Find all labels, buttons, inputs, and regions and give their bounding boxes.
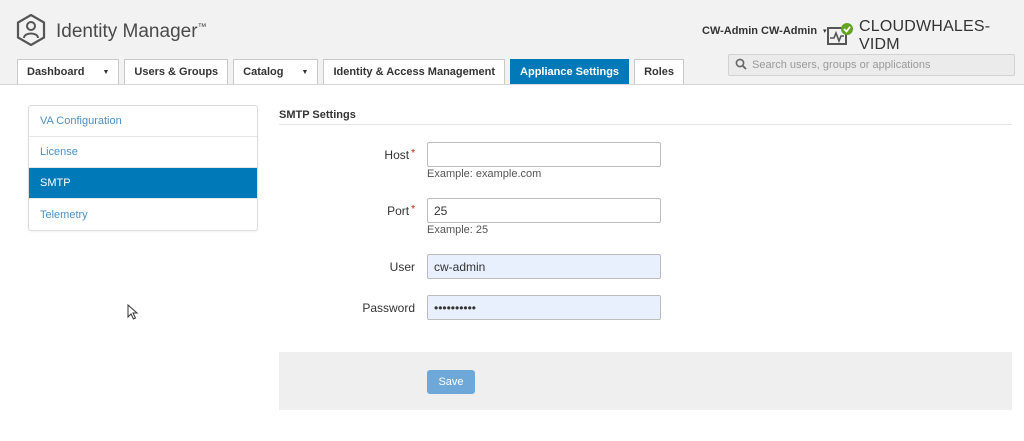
tab-appliance-settings[interactable]: Appliance Settings	[510, 59, 630, 84]
tab-label: Catalog	[243, 66, 284, 78]
save-button[interactable]: Save	[427, 370, 475, 394]
host-help-text: Example: example.com	[427, 168, 542, 180]
mouse-cursor-icon	[127, 304, 139, 320]
host-field[interactable]	[427, 142, 661, 167]
health-monitor-icon	[826, 22, 854, 51]
sidebar-item-va-configuration[interactable]: VA Configuration	[29, 106, 257, 137]
app-title: Identity Manager™	[56, 20, 207, 42]
required-marker: *	[411, 148, 415, 159]
user-field[interactable]	[427, 254, 661, 279]
tab-label: Dashboard	[27, 66, 85, 78]
password-field[interactable]	[427, 295, 661, 320]
tab-catalog[interactable]: Catalog ▼	[233, 59, 319, 84]
section-title: SMTP Settings	[279, 105, 1012, 125]
tab-label: Users & Groups	[134, 66, 219, 78]
tab-label: Identity & Access Management	[333, 66, 496, 78]
user-name: CW-Admin CW-Admin	[702, 25, 818, 37]
settings-sidebar: VA Configuration License SMTP Telemetry	[28, 105, 258, 231]
caret-down-icon: ▼	[301, 68, 309, 76]
main-tabs: Dashboard ▼ Users & Groups Catalog ▼ Ide…	[17, 59, 689, 84]
required-marker: *	[411, 204, 415, 215]
sidebar-item-telemetry[interactable]: Telemetry	[29, 199, 257, 230]
search-input[interactable]	[752, 59, 1002, 71]
tenant-indicator: CLOUDWHALES-VIDM	[826, 18, 1024, 54]
port-label: Port *	[387, 204, 415, 218]
app-header: Identity Manager™ CW-Admin CW-Admin ▾ CL…	[0, 0, 1024, 85]
brand[interactable]: Identity Manager™	[16, 13, 207, 49]
form-actions-bar: Save	[279, 352, 1012, 410]
user-label: User	[389, 260, 415, 274]
tab-roles[interactable]: Roles	[634, 59, 685, 84]
host-label: Host *	[384, 148, 415, 162]
caret-down-icon: ▼	[102, 68, 110, 76]
tab-label: Roles	[644, 66, 675, 78]
password-label: Password	[362, 301, 415, 315]
tab-dashboard[interactable]: Dashboard ▼	[17, 59, 120, 84]
tab-label: Appliance Settings	[520, 66, 620, 78]
user-menu[interactable]: CW-Admin CW-Admin ▾	[702, 25, 827, 37]
identity-manager-logo-icon	[16, 13, 46, 49]
sidebar-item-smtp[interactable]: SMTP	[29, 168, 257, 199]
port-help-text: Example: 25	[427, 224, 489, 236]
tab-identity-access-management[interactable]: Identity & Access Management	[323, 59, 506, 84]
port-field[interactable]	[427, 198, 661, 223]
tab-users-groups[interactable]: Users & Groups	[124, 59, 229, 84]
tenant-name: CLOUDWHALES-VIDM	[859, 18, 991, 53]
sidebar-item-license[interactable]: License	[29, 137, 257, 168]
smtp-settings-panel: SMTP Settings Host * Example: example.com…	[279, 105, 1012, 320]
search-icon	[735, 58, 747, 73]
global-search	[728, 54, 1015, 76]
